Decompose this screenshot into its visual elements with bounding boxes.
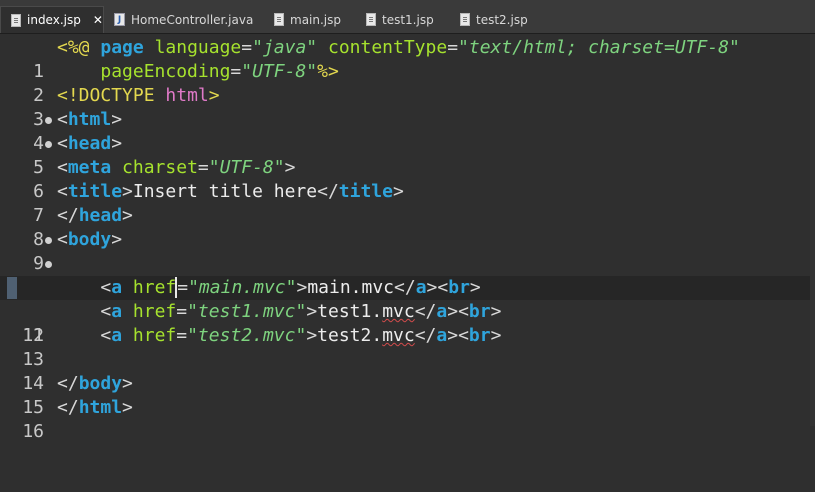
jsp-file-icon bbox=[11, 13, 21, 27]
editor-tab-bar: index.jsp ✕ J HomeController.java main.j… bbox=[0, 0, 815, 34]
vertical-scrollbar[interactable] bbox=[810, 34, 815, 426]
jsp-directive-open: <%@ bbox=[57, 37, 90, 58]
code-line[interactable]: 16 </html> bbox=[0, 396, 815, 442]
tag-name: body bbox=[78, 373, 123, 394]
java-file-icon: J bbox=[114, 13, 125, 26]
code-line[interactable]: 5 <head> bbox=[0, 132, 815, 178]
code-line[interactable]: 14 bbox=[0, 348, 815, 394]
attribute-value: "text/html; charset=UTF-8" bbox=[458, 37, 740, 58]
code-line-current[interactable]: 11 <a href="main.mvc">main.mvc</a><br> bbox=[0, 276, 815, 346]
attribute-value: "UTF-8" bbox=[241, 61, 318, 82]
tab-label: index.jsp bbox=[27, 13, 81, 27]
tag-name: title bbox=[338, 181, 393, 202]
code-line[interactable]: 10 bbox=[0, 252, 815, 298]
tab-test1-jsp[interactable]: test1.jsp bbox=[356, 6, 450, 33]
tag-name: html bbox=[67, 109, 112, 130]
attribute-value: "main.mvc" bbox=[188, 277, 297, 298]
tag-name: a bbox=[111, 325, 123, 346]
tab-label: main.jsp bbox=[290, 12, 341, 27]
code-line[interactable]: 8 </head> bbox=[0, 204, 815, 250]
tab-main-jsp[interactable]: main.jsp bbox=[264, 6, 356, 33]
attribute-name: contentType bbox=[327, 37, 448, 58]
attribute-value: "UTF-8" bbox=[208, 157, 285, 178]
tag-name: head bbox=[78, 205, 123, 226]
attribute-value: "java" bbox=[252, 37, 318, 58]
tag-name: a bbox=[111, 301, 123, 322]
tag-name: title bbox=[67, 181, 123, 202]
jsp-file-icon bbox=[460, 13, 470, 26]
tag-name: html bbox=[78, 397, 123, 418]
attribute-name: language bbox=[154, 37, 242, 58]
fold-toggle-icon[interactable] bbox=[45, 117, 52, 124]
fold-toggle-icon[interactable] bbox=[45, 141, 52, 148]
directive-name: page bbox=[100, 37, 144, 58]
code-line[interactable]: 9 <body> bbox=[0, 228, 815, 274]
tag-name: a bbox=[436, 301, 448, 322]
spelling-warning-text: mvc bbox=[382, 301, 415, 322]
tab-label: HomeController.java bbox=[131, 12, 254, 27]
tag-name: meta bbox=[67, 157, 112, 178]
jsp-file-icon bbox=[366, 13, 376, 26]
line-number: 16 bbox=[22, 421, 44, 442]
code-line[interactable]: 4 <html> bbox=[0, 108, 815, 154]
attribute-name: href bbox=[132, 325, 177, 346]
jsp-directive-close: %> bbox=[317, 61, 339, 82]
code-line[interactable]: 6 <meta charset="UTF-8"> bbox=[0, 156, 815, 202]
tab-test2-jsp[interactable]: test2.jsp bbox=[450, 6, 544, 33]
code-line[interactable]: 3 <!DOCTYPE html> bbox=[0, 84, 815, 130]
tag-name: a bbox=[436, 325, 448, 346]
tag-name: br bbox=[448, 277, 470, 298]
fold-toggle-icon[interactable] bbox=[45, 261, 52, 268]
code-editor[interactable]: 1 <%@ page language="java" contentType="… bbox=[0, 34, 815, 442]
jsp-file-icon bbox=[274, 13, 284, 26]
code-line[interactable]: 12 <a href="test1.mvc">test1.mvc</a><br> bbox=[0, 300, 815, 346]
change-marker bbox=[7, 277, 17, 299]
close-icon[interactable]: ✕ bbox=[93, 13, 103, 27]
attribute-name: charset bbox=[122, 157, 198, 178]
tag-name: a bbox=[415, 277, 427, 298]
attribute-value: "test1.mvc" bbox=[187, 301, 307, 322]
text-content: Insert title here bbox=[132, 181, 318, 202]
tag-name: a bbox=[111, 277, 123, 298]
attribute-name: href bbox=[132, 301, 177, 322]
tag-name: br bbox=[468, 325, 491, 346]
code-line[interactable]: 1 <%@ page language="java" contentType="… bbox=[0, 36, 815, 82]
code-line[interactable]: 7 <title>Insert title here</title> bbox=[0, 180, 815, 226]
text-content: test1. bbox=[317, 301, 383, 322]
tab-index-jsp[interactable]: index.jsp ✕ bbox=[0, 6, 104, 33]
attribute-name: href bbox=[132, 277, 177, 298]
tag-name: body bbox=[67, 229, 112, 250]
text-content: main.mvc bbox=[307, 277, 395, 298]
code-line[interactable]: 15 </body> bbox=[0, 372, 815, 418]
fold-toggle-icon[interactable] bbox=[45, 237, 52, 244]
attribute-value: "test2.mvc" bbox=[187, 325, 307, 346]
spelling-warning-text: mvc bbox=[382, 325, 415, 346]
tab-label: test2.jsp bbox=[476, 12, 528, 27]
doctype-value: html bbox=[165, 85, 209, 106]
tag-name: head bbox=[67, 133, 112, 154]
text-content: test2. bbox=[317, 325, 383, 346]
code-line[interactable]: 2 pageEncoding="UTF-8"%> bbox=[0, 60, 815, 106]
tab-label: test1.jsp bbox=[382, 12, 434, 27]
tab-homecontroller-java[interactable]: J HomeController.java bbox=[104, 6, 264, 33]
attribute-name: pageEncoding bbox=[100, 61, 231, 82]
doctype-keyword: <!DOCTYPE bbox=[57, 85, 155, 106]
tag-name: br bbox=[468, 301, 491, 322]
code-line[interactable]: 13 <a href="test2.mvc">test2.mvc</a><br> bbox=[0, 324, 815, 370]
